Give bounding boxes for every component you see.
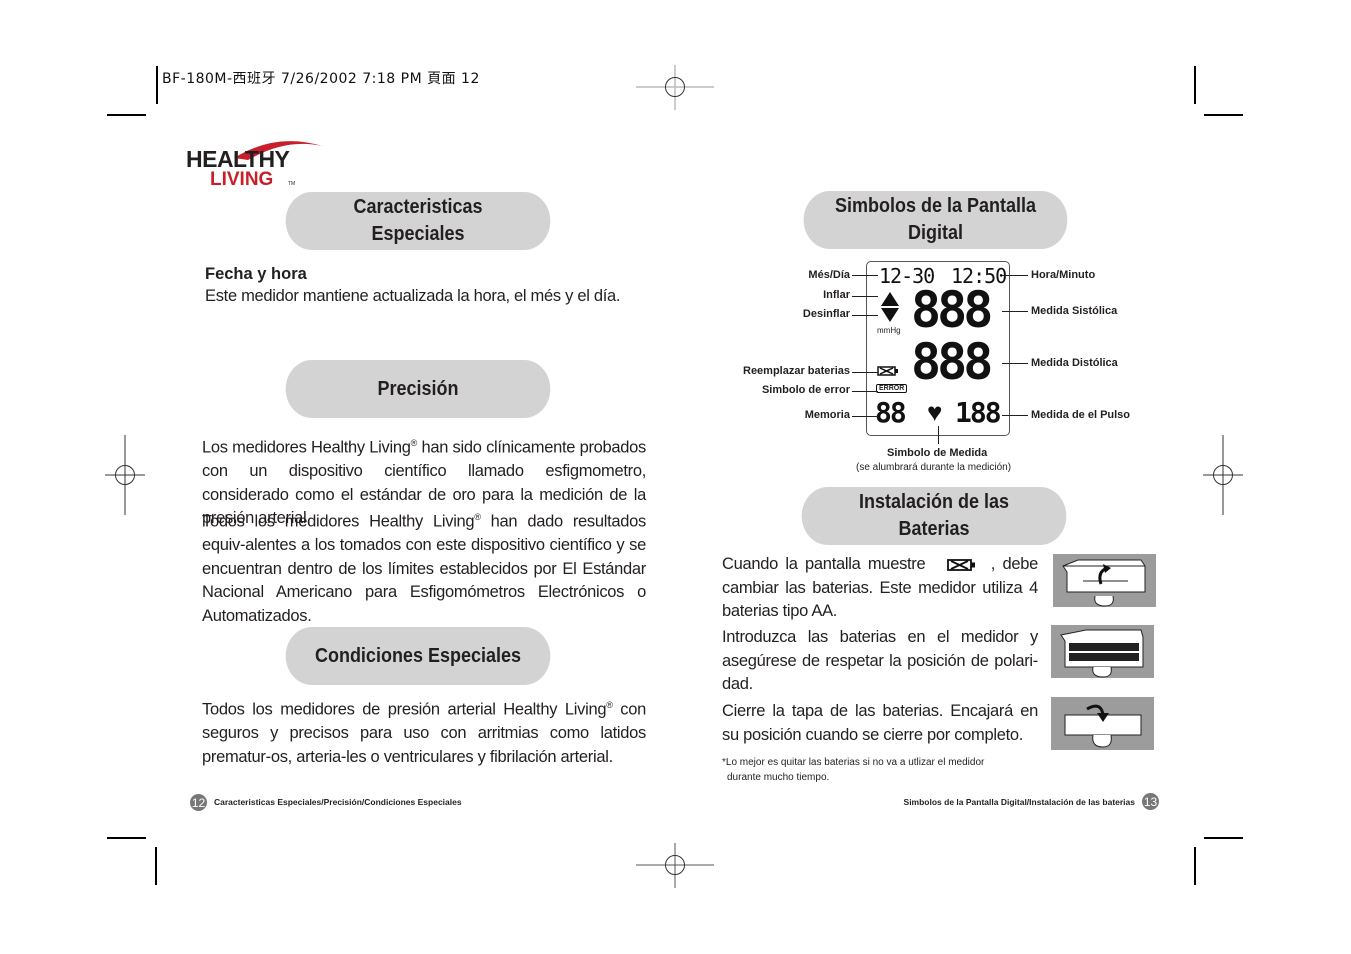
precision-paragraph-2: Todos los medidores Healthy Living® han …: [202, 506, 646, 628]
battery-replace-icon: [877, 366, 898, 376]
leader-line-vertical: [938, 426, 939, 444]
leader-line: [852, 275, 878, 276]
leader-line: [852, 391, 878, 392]
title-line: Simbolos de la Pantalla: [834, 195, 1037, 217]
lcd-unit: mmHg: [877, 326, 901, 335]
label-hora-minuto: Hora/Minuto: [1031, 269, 1096, 281]
label-medida-distolica: Medida Distólica: [1031, 357, 1118, 369]
crop-mark: [107, 114, 146, 116]
label-simbolo-medida: Simbolo de Medida: [887, 447, 988, 459]
battery-note-line1: *Lo mejor es quitar las baterias si no v…: [722, 757, 985, 768]
lcd-error-symbol: ERROR: [876, 384, 908, 393]
leader-line: [852, 296, 878, 297]
text: Los medidores Healthy Living: [202, 438, 411, 457]
lcd-diastolic: 888: [911, 333, 993, 391]
text: Todos los medidores Healthy Living: [202, 512, 475, 531]
crop-mark: [155, 847, 157, 885]
label-medida-pulso: Medida de el Pulso: [1031, 409, 1131, 421]
crop-mark: [107, 837, 146, 839]
crop-mark: [1194, 847, 1196, 885]
deflate-arrow-icon: [881, 308, 899, 322]
leader-line: [1002, 363, 1028, 364]
print-header: BF-180M-西班牙 7/26/2002 7:18 PM 頁面 12: [162, 71, 480, 87]
title-text: Condiciones Especiales: [314, 644, 522, 667]
title-line: Digital: [907, 222, 964, 244]
text: Todos los medidores de presión arterial …: [202, 700, 607, 719]
leader-line: [852, 416, 878, 417]
subheading-fecha-hora: Fecha y hora: [205, 265, 307, 283]
battery-figure-insert: [1051, 625, 1154, 678]
registration-mark-left: [105, 435, 145, 515]
crop-mark: [156, 66, 158, 104]
heart-icon: ♥: [927, 397, 943, 427]
title-line: Instalación de las: [858, 491, 1010, 513]
registration-mark-top: [636, 65, 714, 110]
title-line: Baterias: [898, 518, 970, 540]
healthy-living-logo: HEALTHY LIVING TM: [186, 136, 326, 190]
battery-step-1: Cuando la pantalla muestre , debe cambia…: [722, 553, 1038, 624]
lcd-pulse: 188: [955, 396, 1002, 429]
crop-mark: [1204, 837, 1243, 839]
condiciones-paragraph: Todos los medidores de presión arterial …: [202, 694, 646, 769]
crop-mark: [1204, 114, 1243, 116]
label-simbolo-medida-note: (se alumbrará durante la medición): [856, 462, 1012, 473]
leader-line: [852, 315, 878, 316]
battery-step-2: Introduzca las baterias en el medidor y …: [722, 628, 1038, 693]
title-line: Caracteristicas: [353, 196, 483, 218]
logo-living: LIVING: [210, 169, 274, 190]
section-title-precision: Precisión: [285, 360, 551, 418]
battery-figure-close: [1051, 697, 1154, 750]
title-line: Especiales: [371, 223, 465, 245]
footer-right: Simbolos de la Pantalla Digital/Instalac…: [903, 797, 1135, 807]
page-number-12: 12: [190, 794, 207, 811]
leader-line: [1002, 311, 1028, 312]
battery-figure-open: [1053, 554, 1156, 607]
fecha-hora-text: Este medidor mantiene actualizada la hor…: [205, 287, 621, 305]
section-title-caracteristicas: Caracteristicas Especiales: [285, 192, 551, 250]
registration-mark-right: [1203, 435, 1243, 515]
open-cover-illustration-icon: [1062, 559, 1146, 607]
label-mes-dia: Més/Día: [808, 269, 850, 281]
battery-replace-icon: [946, 558, 975, 571]
label-desinflar: Desinflar: [802, 308, 850, 320]
lcd-memory: 88: [875, 396, 907, 429]
crop-mark: [1194, 66, 1196, 104]
lcd-display-diagram: 12-30 12:50 mmHg 888 888 ERROR 88 ♥ 188: [866, 261, 1010, 436]
section-title-instalacion: Instalación de las Baterias: [801, 487, 1067, 545]
battery-note-line2: durante mucho tiempo.: [727, 772, 830, 783]
lcd-systolic: 888: [911, 281, 993, 339]
logo-tm: TM: [288, 181, 296, 187]
section-title-condiciones: Condiciones Especiales: [285, 627, 551, 685]
section-title-simbolos: Simbolos de la Pantalla Digital: [803, 191, 1068, 249]
label-reemplazar-baterias: Reemplazar baterias: [743, 365, 850, 377]
close-cover-illustration-icon: [1064, 704, 1142, 748]
title-text: Precisión: [377, 377, 459, 400]
label-simbolo-error: Simbolo de error: [761, 384, 850, 396]
label-inflar: Inflar: [823, 289, 850, 301]
label-medida-sistolica: Medida Sistólica: [1031, 305, 1118, 317]
inflate-arrow-icon: [881, 292, 899, 306]
leader-line: [1002, 415, 1028, 416]
battery-step-3: Cierre la tapa de las baterias. Encajará…: [722, 702, 1038, 744]
page-number-13: 13: [1142, 793, 1159, 810]
leader-line: [852, 372, 878, 373]
footer-left: Caracteristicas Especiales/Precisión/Con…: [214, 797, 462, 807]
leader-line: [1002, 275, 1028, 276]
label-memoria: Memoria: [804, 409, 850, 421]
registration-mark-bottom: [636, 843, 714, 888]
text: Cuando la pantalla muestre: [722, 555, 926, 573]
insert-batteries-illustration-icon: [1060, 629, 1144, 678]
